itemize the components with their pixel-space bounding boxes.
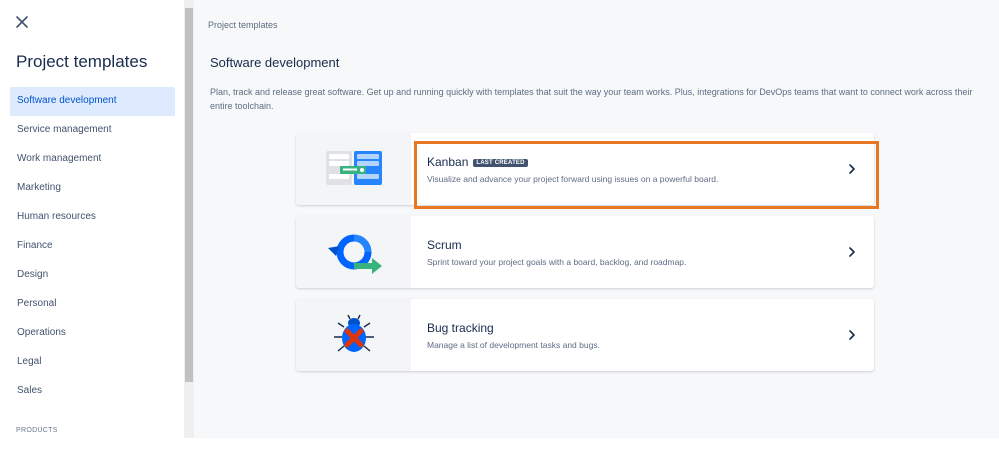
chevron-right-icon [849,164,855,174]
template-description: Visualize and advance your project forwa… [427,174,719,184]
template-card-kanban[interactable]: Kanban LAST CREATED Visualize and advance… [296,133,874,205]
template-description: Sprint toward your project goals with a … [427,257,687,267]
scrollbar-thumb[interactable] [185,8,193,382]
sidebar-item-human-resources[interactable]: Human resources [10,203,175,232]
template-title: Scrum [427,238,462,252]
section-title: Software development [210,55,340,70]
sidebar-title: Project templates [16,52,148,71]
sidebar-scrollbar[interactable] [184,0,194,438]
sidebar-item-sales[interactable]: Sales [10,377,175,406]
bottom-strip [0,438,999,449]
breadcrumb[interactable]: Project templates [208,20,278,30]
close-icon[interactable] [13,13,31,31]
sidebar-item-legal[interactable]: Legal [10,348,175,377]
sidebar-item-software-development[interactable]: Software development [10,87,175,116]
sidebar-item-work-management[interactable]: Work management [10,145,175,174]
main-content: Project templates Software development P… [194,0,999,438]
kanban-board-illustration [296,133,411,205]
template-title: Bug tracking [427,321,494,335]
sidebar-item-service-management[interactable]: Service management [10,116,175,145]
last-created-badge: LAST CREATED [473,159,528,167]
sidebar-item-operations[interactable]: Operations [10,319,175,348]
sidebar: Project templates Software development S… [0,0,184,438]
products-heading: PRODUCTS [16,427,58,434]
bug-illustration [296,299,411,371]
scrum-cycle-illustration [296,216,411,288]
category-nav: Software development Service management … [10,87,175,406]
template-description: Manage a list of development tasks and b… [427,340,600,350]
sidebar-item-finance[interactable]: Finance [10,232,175,261]
template-card-bug-tracking[interactable]: Bug tracking Manage a list of developmen… [296,299,874,371]
sidebar-item-design[interactable]: Design [10,261,175,290]
chevron-right-icon [849,247,855,257]
sidebar-item-marketing[interactable]: Marketing [10,174,175,203]
sidebar-item-personal[interactable]: Personal [10,290,175,319]
template-title-text: Kanban [427,155,469,169]
section-description: Plan, track and release great software. … [210,87,973,111]
chevron-right-icon [849,330,855,340]
template-card-scrum[interactable]: Scrum Sprint toward your project goals w… [296,216,874,288]
template-title: Kanban LAST CREATED [427,155,528,169]
